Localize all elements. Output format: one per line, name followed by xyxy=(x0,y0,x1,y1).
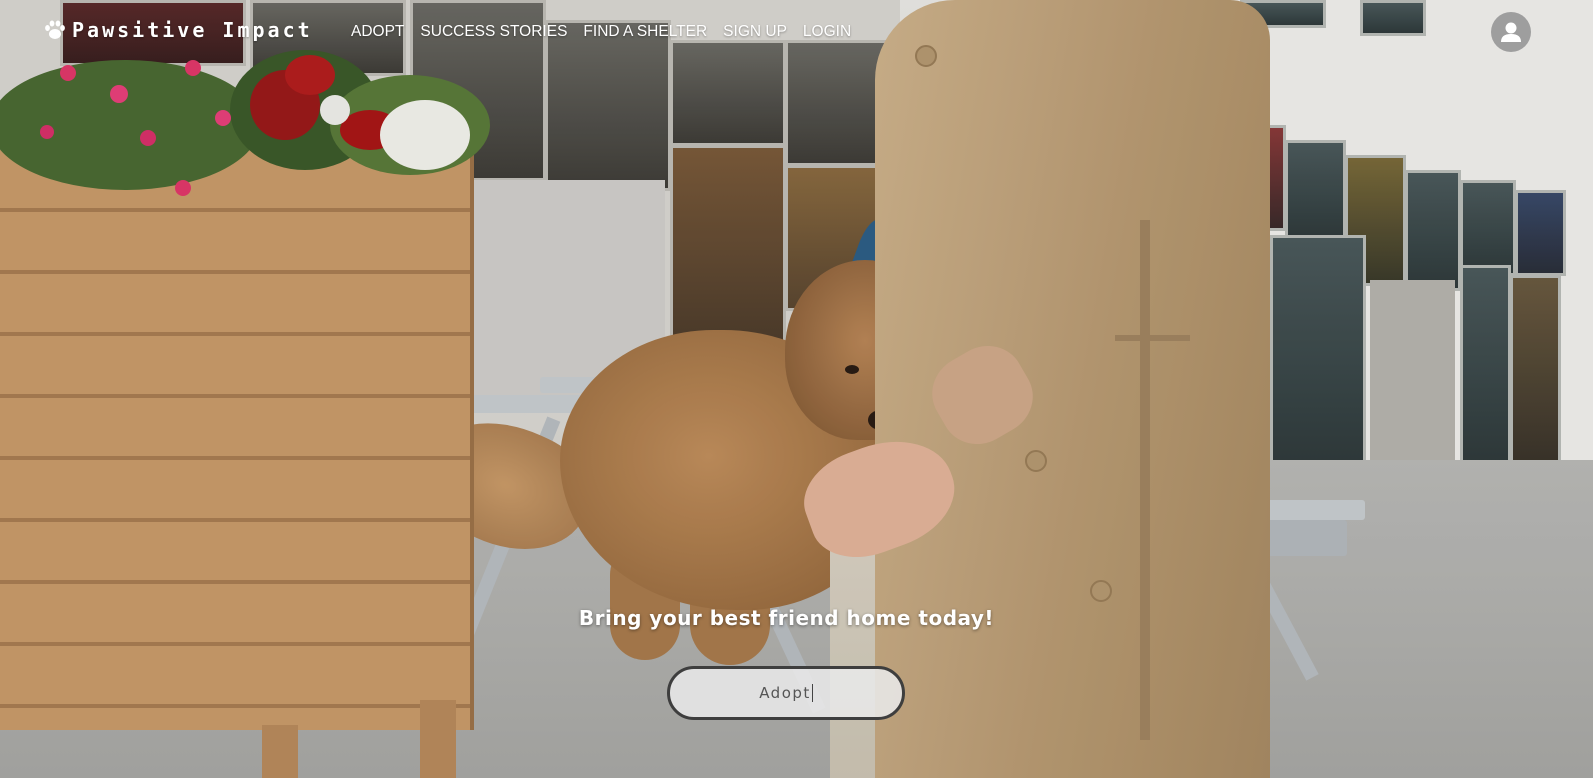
top-navbar: Pawsitive Impact ADOPT SUCCESS STORIES F… xyxy=(0,0,1593,66)
nav-link-success-stories[interactable]: SUCCESS STORIES xyxy=(420,23,567,41)
hero-tagline: Bring your best friend home today! xyxy=(578,606,995,630)
adopt-button[interactable]: Adopt xyxy=(667,666,905,720)
page: Pawsitive Impact ADOPT SUCCESS STORIES F… xyxy=(0,0,1593,778)
nav-link-adopt[interactable]: ADOPT xyxy=(351,23,404,41)
brand-logo[interactable]: Pawsitive Impact xyxy=(44,18,313,42)
nav-link-sign-up[interactable]: SIGN UP xyxy=(723,23,787,41)
nav-link-login[interactable]: LOGIN xyxy=(803,23,851,41)
user-avatar-icon xyxy=(1501,22,1521,42)
text-cursor xyxy=(811,684,813,702)
nav-link-find-a-shelter[interactable]: FIND A SHELTER xyxy=(583,23,707,41)
hero-background-image xyxy=(0,0,1593,778)
paw-icon xyxy=(45,20,65,39)
account-avatar-button[interactable] xyxy=(1491,12,1531,52)
nav-links: ADOPT SUCCESS STORIES FIND A SHELTER SIG… xyxy=(351,23,851,41)
brand-name: Pawsitive Impact xyxy=(72,18,313,42)
adopt-button-label: Adopt xyxy=(759,684,811,702)
